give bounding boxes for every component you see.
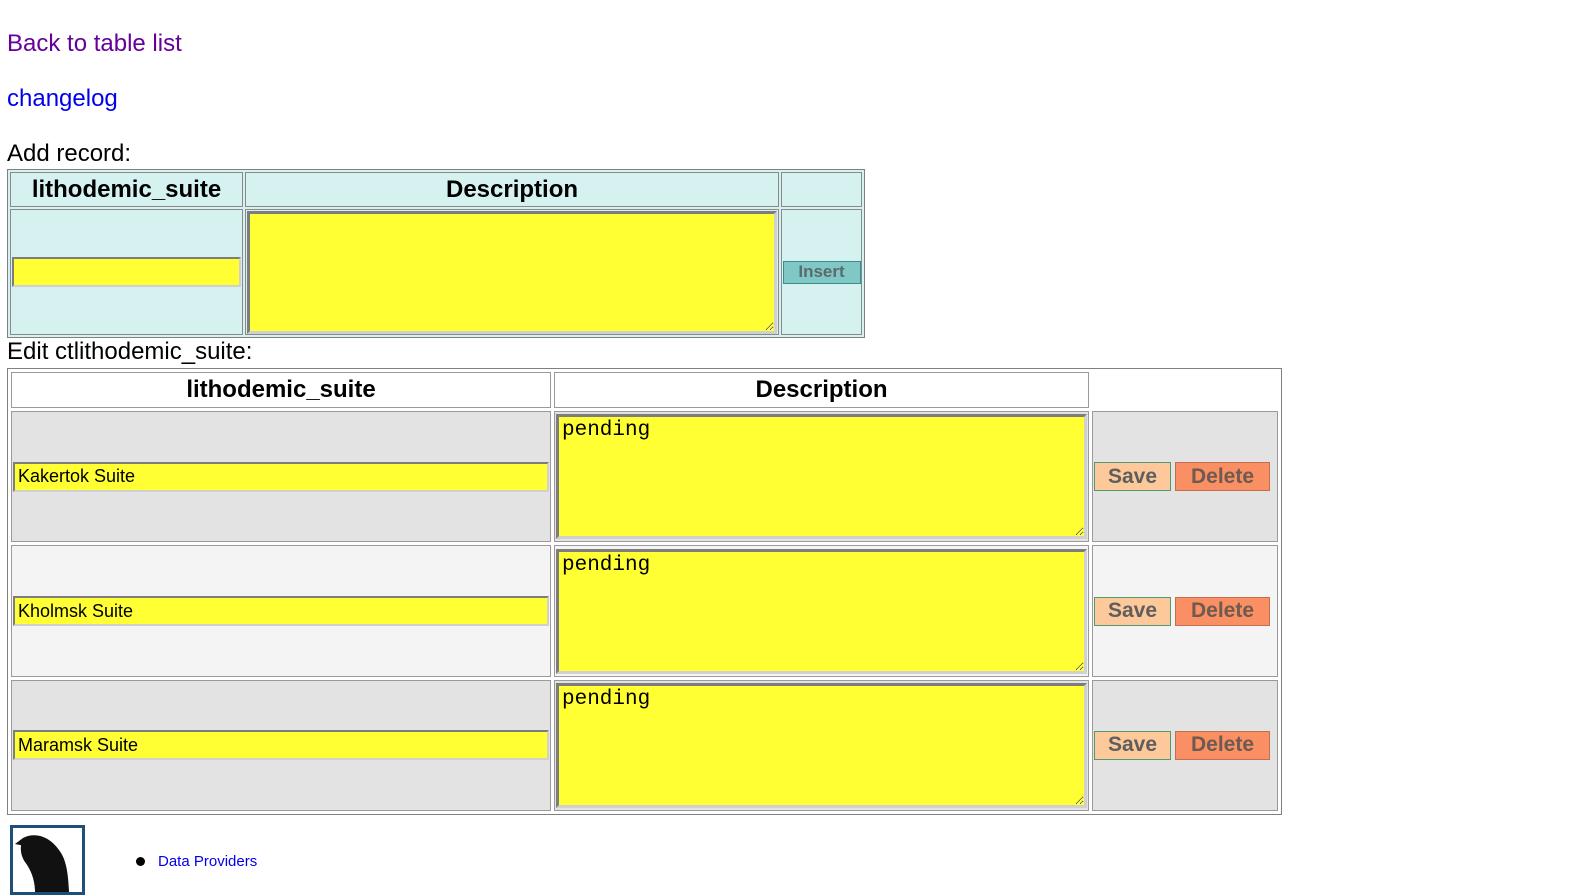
site-logo[interactable] <box>10 825 85 895</box>
description-cell: pending <box>554 411 1089 543</box>
edit-description-header: Description <box>554 372 1089 409</box>
suite-input[interactable] <box>13 596 549 627</box>
edit-suite-header: lithodemic_suite <box>11 372 551 409</box>
add-suite-header: lithodemic_suite <box>10 172 243 207</box>
suite-cell <box>11 545 551 677</box>
description-textarea[interactable]: pending <box>556 414 1087 540</box>
table-row: pending SaveDelete <box>11 411 1278 543</box>
add-suite-cell <box>10 209 243 335</box>
description-cell: pending <box>554 545 1089 677</box>
new-suite-input[interactable] <box>12 257 241 287</box>
insert-button[interactable]: Insert <box>782 260 861 284</box>
footer-link-item: Data Providers <box>135 853 257 870</box>
suite-cell <box>11 679 551 811</box>
table-row: pending SaveDelete <box>11 679 1278 811</box>
edit-records-table: lithodemic_suite Description pending Sav… <box>7 368 1282 815</box>
row-actions: Save Delete <box>1092 679 1278 811</box>
new-description-textarea[interactable] <box>247 210 777 334</box>
footer-links: Data Providers <box>135 853 257 870</box>
save-button[interactable]: Save <box>1094 462 1171 492</box>
description-cell: pending <box>554 679 1089 811</box>
data-providers-link[interactable]: Data Providers <box>158 853 257 870</box>
row-actions: Save Delete <box>1092 411 1278 543</box>
edit-table-title: Edit ctlithodemic_suite: <box>7 338 253 365</box>
delete-button[interactable]: Delete <box>1175 462 1270 492</box>
row-actions: Save Delete <box>1092 545 1278 677</box>
add-record-table: lithodemic_suite Description Insert <box>7 169 865 338</box>
delete-button[interactable]: Delete <box>1175 596 1270 626</box>
save-button[interactable]: Save <box>1094 730 1171 760</box>
add-description-cell <box>245 209 779 335</box>
description-textarea[interactable]: pending <box>556 682 1087 808</box>
add-action-header <box>781 172 862 207</box>
table-row: pending SaveDelete <box>11 545 1278 677</box>
suite-input[interactable] <box>13 461 549 492</box>
save-button[interactable]: Save <box>1094 596 1171 626</box>
add-action-cell: Insert <box>781 209 862 335</box>
logo-icon <box>15 835 69 892</box>
edit-action-header <box>1092 372 1278 409</box>
delete-button[interactable]: Delete <box>1175 730 1270 760</box>
add-description-header: Description <box>245 172 779 207</box>
back-to-table-list-link[interactable]: Back to table list <box>7 30 182 58</box>
changelog-link[interactable]: changelog <box>7 85 118 113</box>
suite-cell <box>11 411 551 543</box>
add-record-title: Add record: <box>7 140 132 167</box>
description-textarea[interactable]: pending <box>556 548 1087 674</box>
suite-input[interactable] <box>13 730 549 761</box>
